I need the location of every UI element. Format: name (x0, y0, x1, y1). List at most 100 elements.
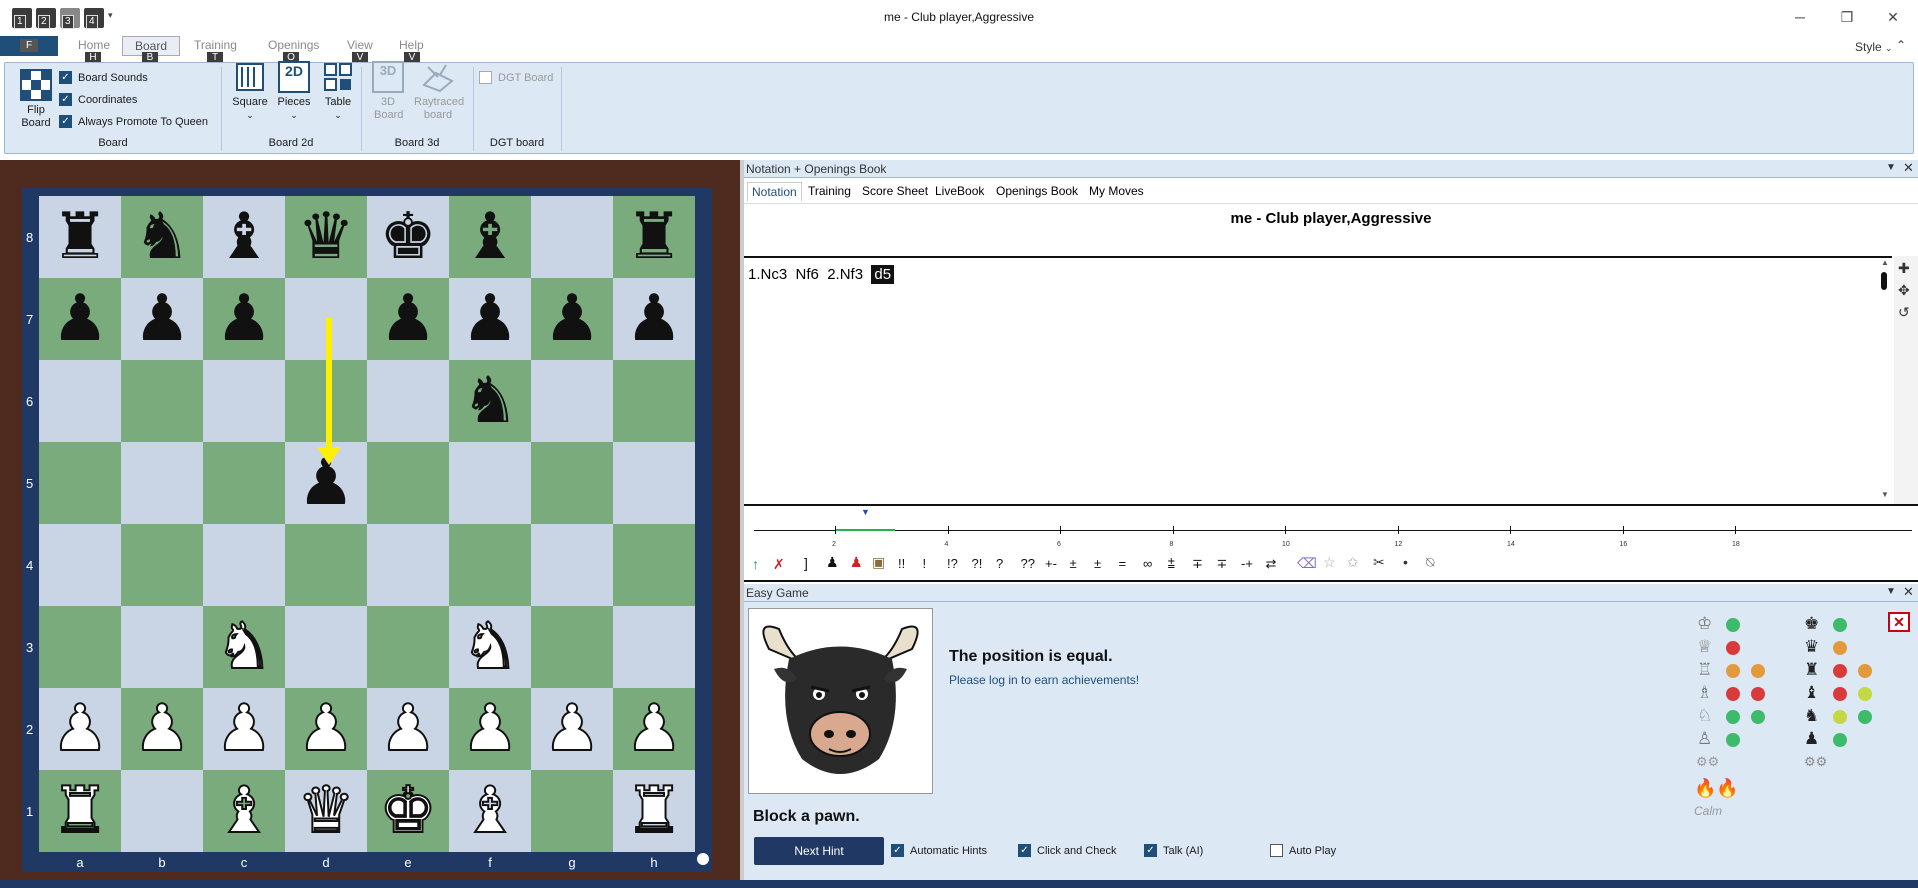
annotation-symbol-button[interactable]: ? (996, 556, 1003, 571)
black-pawn-icon[interactable]: ♟ (379, 287, 436, 351)
coordinates-checkbox[interactable]: ✓ Coordinates (59, 93, 137, 106)
raytraced-board-button[interactable]: Raytraced board (411, 61, 465, 122)
white-bishop-icon[interactable]: ♝ (214, 778, 273, 844)
square-d8[interactable]: ♛ (285, 196, 367, 278)
annotation-symbol-button[interactable]: ?! (972, 556, 983, 571)
square-e7[interactable]: ♟ (367, 278, 449, 360)
square-b2[interactable]: ♟ (121, 688, 203, 770)
black-pawn-icon[interactable]: ♟ (51, 287, 108, 351)
square-c6[interactable] (203, 360, 285, 442)
collapse-ribbon-icon[interactable]: ⌃ (1896, 38, 1906, 52)
annotation-symbol-button[interactable]: ± (1070, 556, 1077, 571)
square-e3[interactable] (367, 606, 449, 688)
square-h2[interactable]: ♟ (613, 688, 695, 770)
white-pawn-icon[interactable]: ♟ (378, 696, 437, 762)
insert-move-icon[interactable]: ✚ (1898, 260, 1910, 277)
annotation-symbol-button[interactable]: ?? (1021, 556, 1035, 571)
square-e4[interactable] (367, 524, 449, 606)
annotation-symbol-button[interactable]: ∞ (1143, 556, 1152, 571)
delete-variation-icon[interactable]: ✗ (773, 556, 785, 573)
scroll-up-icon[interactable]: ▲ (1881, 258, 1889, 267)
square-g1[interactable] (531, 770, 613, 852)
minimize-button[interactable]: ─ (1780, 6, 1820, 28)
square-h3[interactable] (613, 606, 695, 688)
panel-close-icon[interactable]: ✕ (1903, 160, 1914, 176)
annotation-symbol-button[interactable]: !! (898, 556, 905, 571)
auto-play-checkbox[interactable]: Auto Play (1270, 844, 1336, 857)
dgt-board-checkbox[interactable]: DGT Board (479, 71, 553, 84)
square-a2[interactable]: ♟ (39, 688, 121, 770)
square-b5[interactable] (121, 442, 203, 524)
annotation-symbol-button[interactable]: = (1119, 556, 1127, 571)
white-knight-icon[interactable]: ♞ (214, 614, 273, 680)
white-pawn-icon[interactable]: ♟ (542, 696, 601, 762)
close-easy-game-button[interactable]: ✕ (1888, 612, 1910, 632)
move-2-white[interactable]: 2.Nf3 (827, 266, 863, 283)
square-h5[interactable] (613, 442, 695, 524)
black-bishop-icon[interactable]: ♝ (215, 205, 272, 269)
annotation-symbol-button[interactable]: ⇄ (1266, 556, 1277, 572)
tab-training[interactable]: Training (804, 184, 855, 198)
menu-help[interactable]: Help (399, 38, 424, 52)
white-bishop-icon[interactable]: ♝ (460, 778, 519, 844)
annotation-symbol-button[interactable]: ± (1094, 556, 1101, 571)
microphone-icon[interactable]: ⍉ (1426, 554, 1434, 571)
white-pawn-icon[interactable]: ♟ (460, 696, 519, 762)
square-h4[interactable] (613, 524, 695, 606)
square-c7[interactable]: ♟ (203, 278, 285, 360)
menu-home[interactable]: Home (78, 38, 110, 52)
panel-menu-icon[interactable]: ▼ (1886, 586, 1896, 597)
square-g2[interactable]: ♟ (531, 688, 613, 770)
pieces-button[interactable]: 2D Pieces ⌄ (273, 61, 315, 122)
dot-icon[interactable]: • (1403, 554, 1408, 570)
black-queen-icon[interactable]: ♛ (297, 205, 354, 269)
panel-menu-icon[interactable]: ▼ (1886, 162, 1896, 173)
white-queen-icon[interactable]: ♛ (296, 778, 355, 844)
annotation-symbol-button[interactable]: -+ (1241, 556, 1253, 571)
maximize-button[interactable]: ❐ (1827, 6, 1867, 28)
square-c5[interactable] (203, 442, 285, 524)
annotation-symbol-button[interactable]: ! (923, 556, 927, 571)
square-e8[interactable]: ♚ (367, 196, 449, 278)
black-knight-icon[interactable]: ♞ (461, 369, 518, 433)
white-pawn-icon[interactable]: ♟ (624, 696, 683, 762)
square-a4[interactable] (39, 524, 121, 606)
star-icon[interactable]: ☆ (1323, 554, 1336, 571)
square-f6[interactable]: ♞ (449, 360, 531, 442)
square-a3[interactable] (39, 606, 121, 688)
scissors-icon[interactable]: ✂ (1373, 554, 1385, 571)
square-e5[interactable] (367, 442, 449, 524)
black-rook-icon[interactable]: ♜ (51, 205, 108, 269)
black-pawn-icon[interactable]: ♟ (461, 287, 518, 351)
square-button[interactable]: Square ⌄ (229, 61, 271, 122)
black-pawn-icon[interactable]: ♟ (625, 287, 682, 351)
automatic-hints-checkbox[interactable]: ✓ Automatic Hints (891, 844, 987, 857)
white-rook-icon[interactable]: ♜ (50, 778, 109, 844)
panel-close-icon[interactable]: ✕ (1903, 584, 1914, 600)
square-e6[interactable] (367, 360, 449, 442)
square-g3[interactable] (531, 606, 613, 688)
board-sounds-checkbox[interactable]: ✓ Board Sounds (59, 71, 148, 84)
square-d4[interactable] (285, 524, 367, 606)
white-pawn-icon[interactable]: ♟ (132, 696, 191, 762)
square-f2[interactable]: ♟ (449, 688, 531, 770)
square-f4[interactable] (449, 524, 531, 606)
black-king-icon[interactable]: ♚ (379, 205, 436, 269)
square-h8[interactable]: ♜ (613, 196, 695, 278)
square-g7[interactable]: ♟ (531, 278, 613, 360)
eraser-icon[interactable]: ⌫ (1297, 555, 1317, 572)
click-and-check-checkbox[interactable]: ✓ Click and Check (1018, 844, 1116, 857)
annotation-symbol-button[interactable]: ⩲ (1168, 556, 1176, 572)
square-b8[interactable]: ♞ (121, 196, 203, 278)
square-g8[interactable] (531, 196, 613, 278)
red-pawn-annot-icon[interactable]: ♟ (850, 554, 863, 571)
promote-queen-checkbox[interactable]: ✓ Always Promote To Queen (59, 115, 208, 128)
square-c8[interactable]: ♝ (203, 196, 285, 278)
table-button[interactable]: Table ⌄ (317, 61, 359, 122)
black-pawn-icon[interactable]: ♟ (215, 287, 272, 351)
tab-livebook[interactable]: LiveBook (931, 184, 988, 198)
square-a8[interactable]: ♜ (39, 196, 121, 278)
board-3d-button[interactable]: 3D 3D Board (365, 61, 411, 122)
square-e2[interactable]: ♟ (367, 688, 449, 770)
square-c3[interactable]: ♞ (203, 606, 285, 688)
